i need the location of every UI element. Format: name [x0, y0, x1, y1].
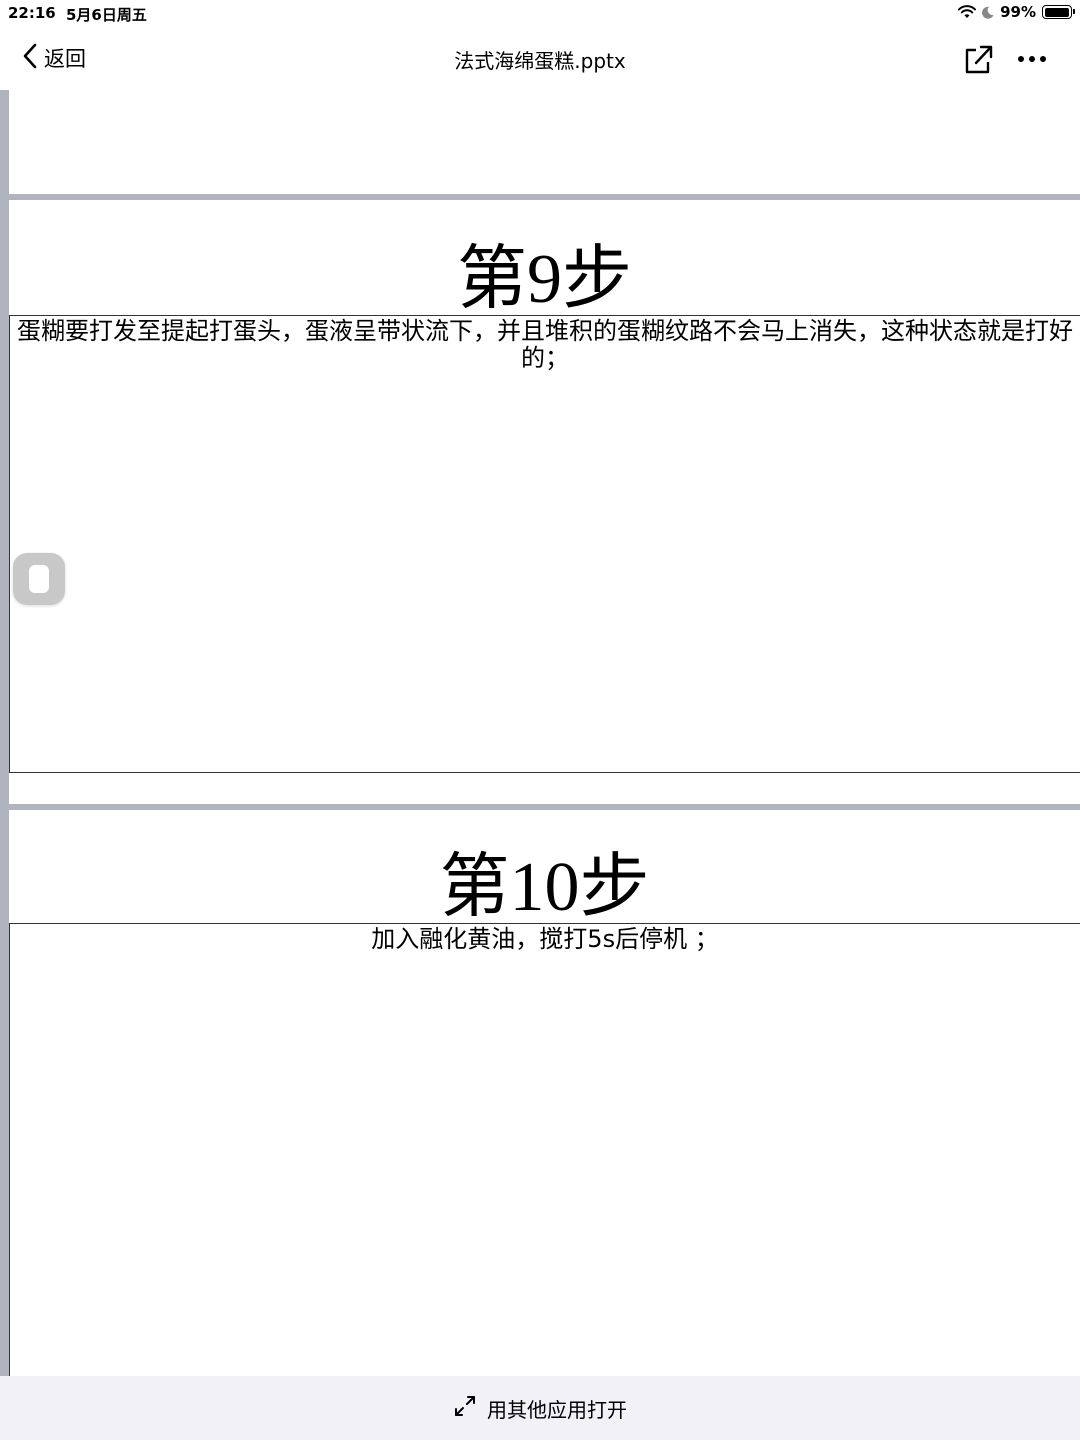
share-button[interactable]	[962, 42, 994, 76]
battery-fill	[1044, 7, 1069, 17]
navigation-bar: 返回 法式海绵蛋糕.pptx	[0, 30, 1080, 88]
more-icon-dot	[1040, 56, 1046, 62]
slide-title: 第9步	[457, 241, 632, 318]
slide-text-box: 加入融化黄油，搅打5s后停机 ；	[9, 923, 1080, 1376]
more-icon	[1018, 56, 1024, 62]
battery-icon	[1042, 5, 1075, 19]
slide-body-text: 蛋糊要打发至提起打蛋头，蛋液呈带状流下，并且堆积的蛋糊纹路不会马上消失，这种状态…	[17, 317, 1073, 372]
open-with-other-app-button[interactable]: 用其他应用打开	[453, 1394, 627, 1423]
status-indicators: 99%	[958, 3, 1075, 21]
expand-icon	[453, 1394, 477, 1423]
status-date: 5月6日周五	[66, 6, 147, 24]
document-viewer[interactable]: 第9步 蛋糊要打发至提起打蛋头，蛋液呈带状流下，并且堆积的蛋糊纹路不会马上消失，…	[0, 90, 1080, 1376]
battery-percent: 99%	[1000, 3, 1036, 21]
slide-title: 第10步	[439, 849, 650, 926]
status-time: 22:16	[8, 4, 56, 22]
wifi-icon	[958, 5, 977, 19]
moon-icon	[982, 6, 994, 19]
document-title: 法式海绵蛋糕.pptx	[454, 49, 626, 73]
viewer-left-edge	[0, 90, 9, 1376]
slide-9: 第9步 蛋糊要打发至提起打蛋头，蛋液呈带状流下，并且堆积的蛋糊纹路不会马上消失，…	[9, 200, 1080, 804]
share-icon	[962, 45, 994, 80]
slide-10: 第10步 加入融化黄油，搅打5s后停机 ；	[9, 810, 1080, 1376]
bottom-bar: 用其他应用打开	[0, 1376, 1080, 1440]
more-icon-dot	[1029, 56, 1035, 62]
slide-text-box: 蛋糊要打发至提起打蛋头，蛋液呈带状流下，并且堆积的蛋糊纹路不会马上消失，这种状态…	[9, 315, 1080, 773]
slide-body-text: 加入融化黄油，搅打5s后停机 ；	[371, 925, 719, 953]
more-button[interactable]	[1014, 42, 1050, 76]
open-with-label: 用其他应用打开	[487, 1397, 627, 1422]
assistive-touch-icon	[29, 565, 49, 593]
assistive-touch-button[interactable]	[13, 553, 65, 605]
status-bar: 22:16 5月6日周五 99%	[0, 0, 1080, 26]
